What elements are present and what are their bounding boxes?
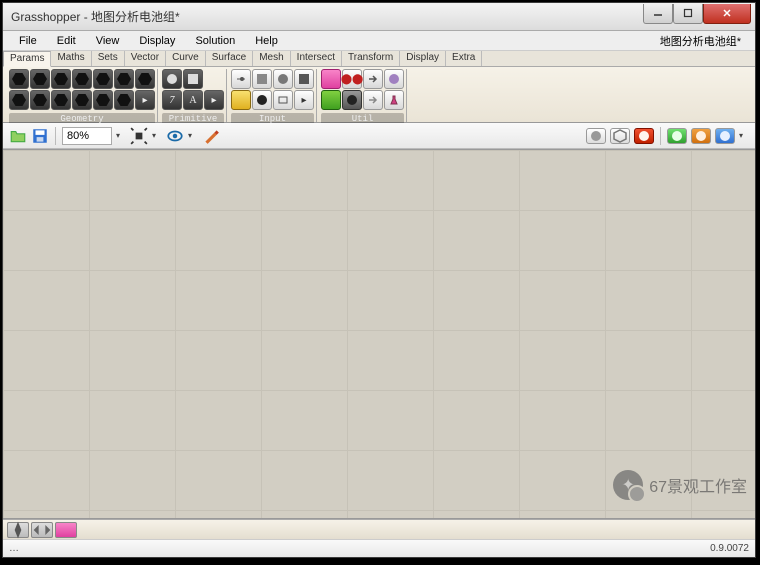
- graph-mapper-icon[interactable]: [252, 90, 272, 110]
- param-surface-icon[interactable]: [93, 69, 113, 89]
- markov-icon[interactable]: [55, 522, 77, 538]
- param-plane-icon[interactable]: [30, 90, 50, 110]
- cluster-icon[interactable]: [321, 90, 341, 110]
- tab-display[interactable]: Display: [400, 51, 446, 66]
- data-recorder-icon[interactable]: [363, 90, 383, 110]
- menu-display[interactable]: Display: [129, 34, 185, 48]
- wechat-icon: ✦: [613, 470, 643, 500]
- open-file-button[interactable]: [9, 127, 27, 145]
- primitive-more-icon[interactable]: ▸: [204, 90, 224, 110]
- mru-icon[interactable]: [31, 522, 53, 538]
- compass-icon[interactable]: [7, 522, 29, 538]
- color-swatch-icon[interactable]: [231, 90, 251, 110]
- group-geometry: ▸ Geometry: [7, 69, 158, 122]
- status-left: …: [9, 543, 19, 554]
- separator: [660, 127, 661, 145]
- param-brep-icon[interactable]: [114, 69, 134, 89]
- component-tabs: Params Maths Sets Vector Curve Surface M…: [3, 51, 755, 67]
- menu-help[interactable]: Help: [245, 34, 288, 48]
- window-title: Grasshopper - 地图分析电池组*: [11, 8, 643, 25]
- preview-wireframe-button[interactable]: [610, 128, 630, 144]
- watermark: ✦ 67景观工作室: [613, 470, 747, 500]
- sketch-button[interactable]: [202, 127, 220, 145]
- named-view-dropdown[interactable]: ▾: [188, 131, 198, 140]
- param-field-icon[interactable]: [114, 90, 134, 110]
- canvas-toolbar: ▾ ▾ ▾ ▾: [3, 123, 755, 149]
- tab-mesh[interactable]: Mesh: [253, 51, 290, 66]
- named-view-button[interactable]: [166, 127, 184, 145]
- menubar: File Edit View Display Solution Help 地图分…: [3, 31, 755, 51]
- zoom-dropdown[interactable]: ▾: [116, 131, 126, 140]
- param-vector-icon[interactable]: [30, 69, 50, 89]
- group-primitive: 7 A ▸ Primitive: [160, 69, 227, 122]
- app-window: Grasshopper - 地图分析电池组* File Edit View Di…: [2, 2, 756, 558]
- titlebar: Grasshopper - 地图分析电池组*: [3, 3, 755, 31]
- preview-shaded-button[interactable]: [634, 128, 654, 144]
- document-name[interactable]: 地图分析电池组*: [652, 32, 749, 50]
- param-number-icon[interactable]: 7: [162, 90, 182, 110]
- tab-surface[interactable]: Surface: [206, 51, 253, 66]
- tab-extra[interactable]: Extra: [446, 51, 482, 66]
- param-string-icon[interactable]: A: [183, 90, 203, 110]
- maximize-button[interactable]: [673, 4, 703, 24]
- tab-sets[interactable]: Sets: [92, 51, 125, 66]
- preview-mesh-button[interactable]: [691, 128, 711, 144]
- close-button[interactable]: [703, 4, 751, 24]
- param-circle-icon[interactable]: [51, 69, 71, 89]
- timer-icon[interactable]: [342, 90, 362, 110]
- minimize-button[interactable]: [643, 4, 673, 24]
- panel-icon[interactable]: [252, 69, 272, 89]
- save-file-button[interactable]: [31, 127, 49, 145]
- param-integer-icon[interactable]: [183, 69, 203, 89]
- preview-settings-dropdown[interactable]: ▾: [739, 131, 749, 140]
- window-controls: [643, 4, 751, 24]
- param-line-icon[interactable]: [9, 90, 29, 110]
- tab-curve[interactable]: Curve: [166, 51, 206, 66]
- cherry-icon[interactable]: ⬤⬤: [342, 69, 362, 89]
- param-curve-icon[interactable]: [72, 69, 92, 89]
- preview-off-button[interactable]: [586, 128, 606, 144]
- menu-file[interactable]: File: [9, 34, 47, 48]
- param-boolean-icon[interactable]: [162, 69, 182, 89]
- param-box-icon[interactable]: [72, 90, 92, 110]
- canvas[interactable]: ✦ 67景观工作室: [3, 149, 755, 519]
- menu-view[interactable]: View: [86, 34, 130, 48]
- markov-widget-bar: [3, 519, 755, 539]
- param-point-icon[interactable]: [9, 69, 29, 89]
- param-mesh-icon[interactable]: [135, 69, 155, 89]
- scribble-icon[interactable]: [321, 69, 341, 89]
- input-more-icon[interactable]: ▸: [294, 90, 314, 110]
- zoom-extents-dropdown[interactable]: ▾: [152, 131, 162, 140]
- tab-params[interactable]: Params: [3, 51, 51, 67]
- group-input: ▸ Input: [229, 69, 317, 122]
- slider-icon[interactable]: [231, 69, 251, 89]
- group-util: ⬤⬤ Util: [319, 69, 407, 122]
- separator: [55, 127, 56, 145]
- zoom-input[interactable]: [62, 127, 112, 145]
- param-rect-icon[interactable]: [51, 90, 71, 110]
- version-label: 0.9.0072: [710, 543, 749, 554]
- button-icon[interactable]: [273, 69, 293, 89]
- watermark-text: 67景观工作室: [649, 473, 747, 497]
- tab-transform[interactable]: Transform: [342, 51, 400, 66]
- value-list-icon[interactable]: [273, 90, 293, 110]
- toggle-icon[interactable]: [294, 69, 314, 89]
- preview-settings-button[interactable]: [715, 128, 735, 144]
- param-geometry-icon[interactable]: [93, 90, 113, 110]
- tab-maths[interactable]: Maths: [51, 51, 91, 66]
- zoom-extents-button[interactable]: [130, 127, 148, 145]
- flask-icon[interactable]: [384, 90, 404, 110]
- menu-edit[interactable]: Edit: [47, 34, 86, 48]
- jump-icon[interactable]: [363, 69, 383, 89]
- ribbon: ▸ Geometry 7 A ▸ Primitive: [3, 67, 755, 123]
- menu-solution[interactable]: Solution: [185, 34, 245, 48]
- geometry-more-icon[interactable]: ▸: [135, 90, 155, 110]
- data-dam-icon[interactable]: [384, 69, 404, 89]
- statusbar: … 0.9.0072: [3, 539, 755, 557]
- preview-selected-button[interactable]: [667, 128, 687, 144]
- tab-intersect[interactable]: Intersect: [291, 51, 342, 66]
- tab-vector[interactable]: Vector: [125, 51, 166, 66]
